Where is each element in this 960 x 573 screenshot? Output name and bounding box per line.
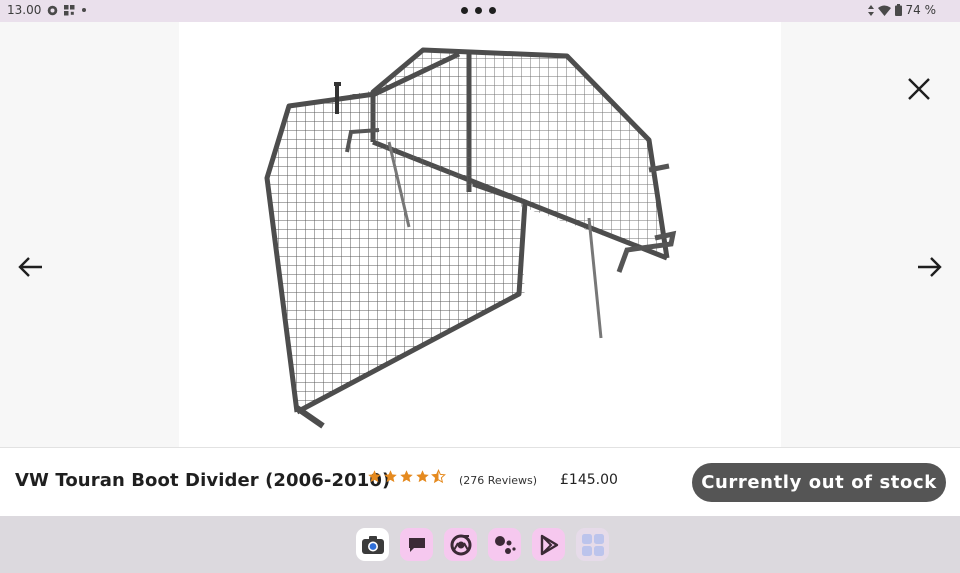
battery-icon bbox=[894, 4, 902, 16]
play-store-app-icon[interactable] bbox=[532, 528, 565, 561]
star-icon bbox=[400, 470, 413, 483]
app-dock bbox=[0, 516, 960, 573]
status-time: 13.00 bbox=[7, 3, 42, 17]
status-bar: 13.00 74 % bbox=[0, 0, 960, 22]
wifi-icon bbox=[877, 5, 891, 16]
out-of-stock-button[interactable]: Currently out of stock bbox=[692, 463, 946, 502]
grid-status-icon bbox=[64, 4, 75, 16]
close-button[interactable] bbox=[906, 76, 932, 106]
image-viewer bbox=[0, 22, 960, 447]
window-handle-dots[interactable] bbox=[461, 7, 496, 14]
arrow-right-icon bbox=[918, 257, 942, 277]
star-icon bbox=[368, 470, 381, 483]
chrome-app-icon[interactable] bbox=[444, 528, 477, 561]
chrome-status-icon bbox=[47, 5, 58, 16]
review-count[interactable]: (276 Reviews) bbox=[459, 474, 537, 487]
dot-status-icon bbox=[81, 7, 87, 13]
boot-divider-image bbox=[264, 47, 677, 429]
previous-image-button[interactable] bbox=[16, 254, 46, 284]
half-star-icon bbox=[431, 469, 446, 484]
product-image[interactable] bbox=[179, 22, 781, 447]
star-icon bbox=[416, 470, 429, 483]
messages-app-icon[interactable] bbox=[400, 528, 433, 561]
next-image-button[interactable] bbox=[914, 254, 944, 284]
arrow-left-icon bbox=[18, 257, 42, 277]
product-price: £145.00 bbox=[560, 472, 618, 488]
assistant-app-icon[interactable] bbox=[488, 528, 521, 561]
data-arrows-icon bbox=[867, 4, 874, 16]
battery-percent: 74 % bbox=[905, 3, 937, 17]
status-left: 13.00 bbox=[7, 3, 87, 17]
app-drawer-icon[interactable] bbox=[576, 528, 609, 561]
close-icon bbox=[908, 78, 930, 100]
camera-app-icon[interactable] bbox=[356, 528, 389, 561]
product-title: VW Touran Boot Divider (2006-2010) bbox=[15, 470, 391, 491]
rating-stars bbox=[367, 469, 446, 484]
star-icon bbox=[384, 470, 397, 483]
product-info-bar: VW Touran Boot Divider (2006-2010) (276 … bbox=[0, 447, 960, 517]
status-right: 74 % bbox=[867, 3, 937, 17]
